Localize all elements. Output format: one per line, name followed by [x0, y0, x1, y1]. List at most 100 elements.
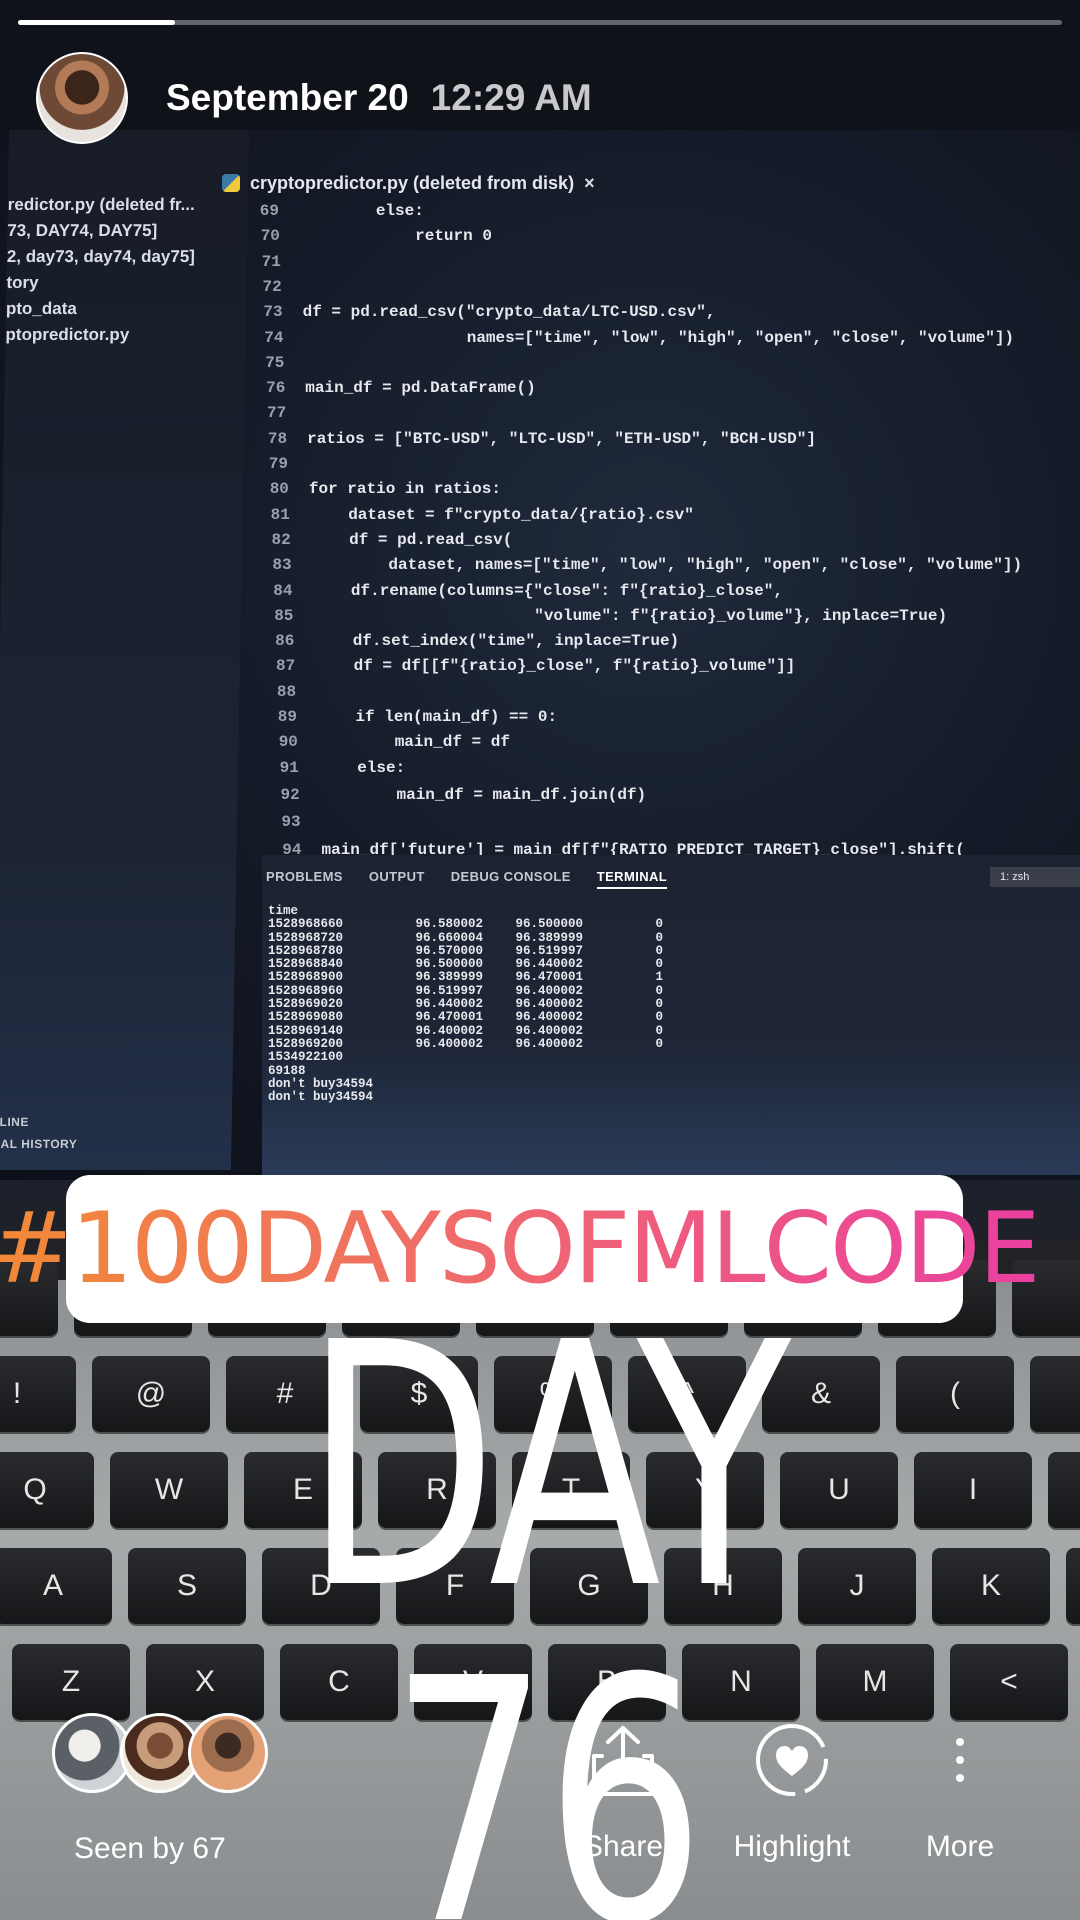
viewer-avatars[interactable]: [52, 1713, 268, 1793]
terminal-cell: 0: [655, 917, 663, 932]
key-label: I: [968, 1473, 978, 1506]
keyboard-key: Z: [12, 1644, 130, 1720]
terminal-cell: 96.440002: [415, 997, 483, 1012]
terminal-cell: 0: [655, 1010, 663, 1025]
terminal-shell-select: 1: zsh: [990, 867, 1080, 887]
code-line: 81 dataset = f"crypto_data/{ratio}.csv": [245, 506, 694, 530]
code-line: 88: [251, 683, 316, 707]
terminal-cell: 96.389999: [515, 930, 583, 945]
terminal-cell: 0: [655, 997, 663, 1012]
line-number: 70: [260, 227, 280, 246]
line-number: 87: [275, 657, 296, 676]
terminal-cell: 0: [655, 1036, 663, 1051]
terminal-cell: 0: [655, 943, 663, 958]
terminal-row: 1528968660 96.580002 96.500000 0: [268, 917, 663, 932]
terminal-cell: 96.519997: [515, 943, 583, 958]
terminal-row: 1528969020 96.440002 96.400002 0: [268, 997, 663, 1012]
line-number: 86: [275, 632, 295, 651]
more-button[interactable]: More: [885, 1710, 1035, 1864]
terminal-cell: 96.400002: [415, 1023, 483, 1038]
explorer-item: ptopredictor.py: [5, 325, 130, 344]
keyboard-key: L: [1066, 1548, 1080, 1624]
keyboard-key: K: [932, 1548, 1050, 1624]
keyboard-key: Q: [0, 1452, 94, 1528]
code-line: 90 main_df = df: [253, 733, 510, 757]
code-text: for ratio in ratios:: [308, 480, 501, 499]
code-line: 83 dataset, names=["time", "low", "high"…: [247, 556, 1022, 580]
code-line: 73 df = pd.read_csv("crypto_data/LTC-USD.…: [238, 303, 715, 327]
terminal-cell: 1528969080: [268, 1010, 344, 1025]
terminal-cell: 96.440002: [515, 957, 583, 972]
avatar[interactable]: [36, 52, 128, 144]
line-number: 81: [270, 505, 290, 524]
terminal-cell: 0: [655, 1023, 663, 1038]
line-number: 90: [278, 733, 298, 752]
terminal-row: 1528969140 96.400002 96.400002 0: [268, 1023, 663, 1038]
line-number: 78: [267, 429, 288, 448]
story-progress-fill: [18, 20, 175, 25]
code-text: return 0: [299, 227, 492, 246]
panel-tab: PROBLEMS: [266, 869, 343, 884]
keyboard-key: ): [1030, 1356, 1080, 1432]
terminal-cell: 96.389999: [415, 970, 483, 985]
terminal-cell: 96.570000: [415, 943, 483, 958]
code-line: 76 main_df = pd.DataFrame(): [240, 379, 536, 403]
viewer-avatar: [188, 1713, 268, 1793]
code-text: df = pd.read_csv(: [310, 530, 513, 549]
key-label: W: [154, 1473, 184, 1506]
panel-tabs: PROBLEMS OUTPUT DEBUG CONSOLE TERMINAL: [266, 869, 668, 889]
terminal-cell: 96.519997: [415, 983, 483, 998]
terminal-line: don't buy34594: [268, 1076, 374, 1091]
terminal-row: 1528969200 96.400002 96.400002 0: [268, 1036, 663, 1051]
key-label: A: [42, 1569, 64, 1602]
keyboard-key: O: [1048, 1452, 1080, 1528]
share-label: Share: [582, 1830, 664, 1863]
line-number: 91: [279, 758, 299, 777]
line-number: 79: [268, 455, 288, 473]
terminal-cell: 96.470001: [515, 970, 583, 985]
panel-tab: TERMINAL: [596, 869, 668, 889]
explorer-item: pto_data: [5, 299, 77, 318]
code-line: 85 "volume": f"{ratio}_volume"}, inplace…: [248, 607, 947, 631]
line-number: 88: [276, 682, 297, 701]
terminal-row: 1528968960 96.519997 96.400002 0: [268, 983, 663, 998]
terminal-cell: 1528968780: [268, 943, 344, 958]
code-line: 78 ratios = ["BTC-USD", "LTC-USD", "ETH-U…: [242, 430, 816, 454]
line-number: 74: [264, 328, 284, 347]
story-time: 12:29 AM: [430, 77, 592, 118]
code-line: 71: [236, 253, 301, 277]
key-label: <: [1000, 1665, 1018, 1698]
key-label: @: [135, 1377, 167, 1410]
code-line: 72: [237, 278, 302, 302]
terminal-line: time: [268, 904, 299, 918]
keyboard-key: (: [896, 1356, 1014, 1432]
line-number: 92: [280, 785, 300, 804]
terminal-row: 1528968720 96.660004 96.389999 0: [268, 930, 663, 945]
code-text: df.set_index("time", inplace=True): [314, 632, 680, 651]
highlight-button[interactable]: Highlight: [717, 1710, 867, 1864]
more-label: More: [925, 1830, 995, 1863]
code-line: 79: [243, 455, 308, 479]
key-label: Q: [23, 1473, 47, 1506]
code-line: 69 else:: [234, 202, 424, 226]
line-number: 73: [263, 303, 283, 322]
editor-tab: cryptopredictor.py (deleted from disk) ×: [222, 168, 595, 198]
code-text: df = df[[f"{ratio}_close", f"{ratio}_vol…: [315, 657, 796, 676]
panel-tab: DEBUG CONSOLE: [450, 869, 571, 884]
key-label: K: [980, 1569, 1002, 1602]
code-text: dataset = f"crypto_data/{ratio}.csv": [309, 505, 694, 524]
share-button[interactable]: Share: [548, 1710, 698, 1864]
story-progress-bar: [18, 20, 1062, 25]
seen-by-button[interactable]: Seen by 67: [74, 1832, 226, 1866]
line-number: 76: [266, 379, 286, 398]
code-line: 89 if len(main_df) == 0:: [252, 708, 557, 732]
code-line: 92 main_df = main_df.join(df): [255, 786, 646, 810]
heart-circle-icon: [717, 1710, 867, 1810]
terminal-cell: 96.580002: [415, 917, 483, 932]
laptop-screen: redictor.py (deleted fr... 73, DAY74, DAY…: [0, 130, 1080, 1310]
story-viewer[interactable]: redictor.py (deleted fr... 73, DAY74, DAY…: [0, 0, 1080, 1920]
code-text: else:: [299, 202, 424, 220]
highlight-label: Highlight: [733, 1830, 851, 1863]
panel-tab: OUTPUT: [368, 869, 425, 884]
key-label: Z: [61, 1665, 81, 1698]
